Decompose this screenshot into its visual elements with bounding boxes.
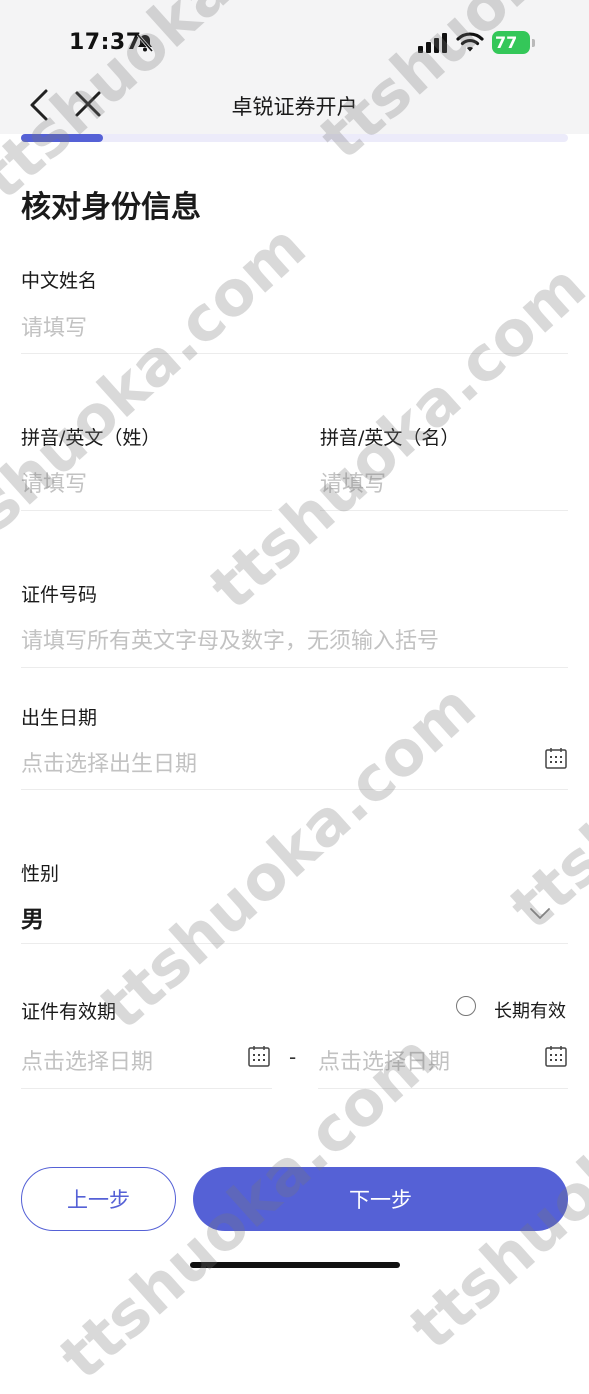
calendar-icon[interactable] [247,1044,271,1068]
status-time: 17:37 [69,30,142,55]
next-step-button[interactable]: 下一步 [193,1167,568,1231]
long-term-radio[interactable] [456,996,476,1016]
id-number-label: 证件号码 [21,584,98,606]
gender-label: 性别 [21,863,60,885]
divider [21,667,568,668]
calendar-icon[interactable] [544,1044,568,1068]
birth-date-input[interactable]: 点击选择出生日期 [21,746,197,778]
wifi-icon [456,32,484,52]
divider [21,353,568,354]
divider [320,510,568,511]
home-indicator [190,1262,400,1268]
pinyin-given-input[interactable]: 请填写 [320,466,386,498]
validity-start-input[interactable]: 点击选择日期 [21,1044,153,1076]
pinyin-given-label: 拼音/英文（名） [320,427,460,449]
divider [21,510,272,511]
calendar-icon[interactable] [544,746,568,770]
watermark: ttshuoka.com [495,569,589,944]
nav-title: 卓锐证券开户 [231,95,358,119]
validity-end-input[interactable]: 点击选择日期 [318,1044,450,1076]
divider [21,1088,272,1089]
signal-icon [418,33,447,53]
chevron-down-icon[interactable] [529,907,551,921]
pinyin-surname-input[interactable]: 请填写 [21,466,87,498]
divider [21,789,568,790]
progress-bar [21,134,568,142]
long-term-label[interactable]: 长期有效 [494,997,566,1023]
bell-slash-icon [136,34,154,52]
watermark: ttshuoka.com [85,669,490,1044]
divider [21,943,568,944]
date-range-separator: - [289,1045,297,1069]
validity-label: 证件有效期 [21,1001,117,1023]
id-number-input[interactable]: 请填写所有英文字母及数字，无须输入括号 [21,623,439,655]
battery-level: 77 [495,33,518,52]
chinese-name-label: 中文姓名 [21,270,98,292]
page-title: 核对身份信息 [21,190,201,225]
pinyin-surname-label: 拼音/英文（姓） [21,427,161,449]
progress-fill [21,134,104,142]
divider [318,1088,568,1089]
battery-icon: 77 [492,31,536,54]
chinese-name-input[interactable]: 请填写 [21,310,87,342]
birth-date-label: 出生日期 [21,707,98,729]
gender-value[interactable]: 男 [21,900,44,934]
prev-step-button[interactable]: 上一步 [21,1167,176,1231]
